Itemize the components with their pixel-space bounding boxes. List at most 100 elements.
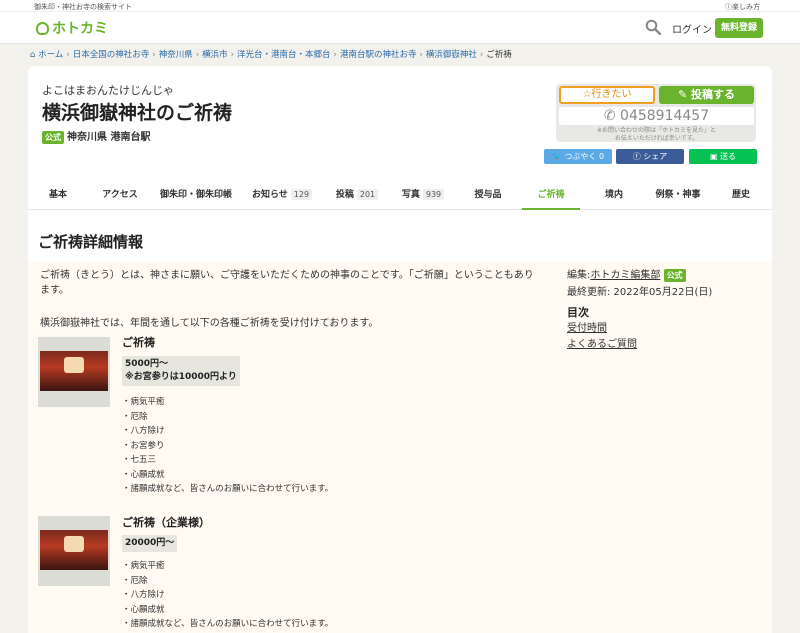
tab-label[interactable]: 写真 <box>402 190 420 200</box>
toc-item[interactable]: よくあるご質問 <box>567 335 637 350</box>
site-header: ホトカミ ログイン 無料登録 <box>0 12 800 44</box>
breadcrumb: ⌂ ホーム › 日本全国の神社お寺 › 神奈川県 › 横浜市 › 洋光台・港南台・本郷台 › 港南台… <box>30 50 512 60</box>
breadcrumb-item[interactable]: 神奈川県 <box>159 50 193 60</box>
logo-text[interactable]: ホトカミ <box>52 21 108 37</box>
price-tag: 5000円〜 ※お宮参りは10000円より <box>122 356 240 386</box>
tab-label[interactable]: 歴史 <box>732 190 750 200</box>
line-label[interactable]: 送る <box>720 152 736 161</box>
list-item: ・心願成就 <box>122 469 165 480</box>
top-bar: 御朱印・神社お寺の検索サイト ⓘ楽しみ方 <box>0 0 800 12</box>
phone-number-text[interactable]: 0458914457 <box>620 108 709 124</box>
phone-note-line: ※お問い合わせの際は「ホトカミを見た」と <box>596 127 717 134</box>
share-label[interactable]: シェア <box>643 152 667 161</box>
breadcrumb-item[interactable]: ホーム <box>38 50 63 60</box>
tab-label[interactable]: 授与品 <box>474 190 501 200</box>
price-line: 20000円〜 <box>125 538 175 548</box>
location-text[interactable]: 神奈川県 港南台駅 <box>67 132 150 143</box>
official-badge: 公式 <box>42 131 64 144</box>
breadcrumb-item[interactable]: 港南台駅の神社お寺 <box>340 50 417 60</box>
breadcrumb-item[interactable]: 横浜市 <box>202 50 228 60</box>
tab-count: 201 <box>356 189 379 200</box>
breadcrumb-current: ご祈祷 <box>486 50 512 60</box>
search-icon[interactable] <box>645 19 661 35</box>
list-item: ・心願成就 <box>122 604 165 615</box>
list-item: ・厄除 <box>122 575 148 586</box>
help-link[interactable]: ⓘ楽しみ方 <box>725 2 760 12</box>
phone-icon: ✆ <box>603 108 621 124</box>
page-title: 横浜御嶽神社のご祈祷 <box>42 102 233 124</box>
phone-note-line: お伝えいただければ幸いです。 <box>614 135 699 142</box>
section-title: ご祈祷詳細情報 <box>38 233 144 251</box>
tab-history[interactable]: 歴史 <box>724 180 758 210</box>
intro-text-2: 横浜御嶽神社では、年間を通して以下の各種ご祈祷を受け付けております。 <box>40 318 379 329</box>
line-send-button[interactable]: ▣ 送る <box>689 149 757 164</box>
breadcrumb-item[interactable]: 横浜御嶽神社 <box>426 50 477 60</box>
register-button[interactable]: 無料登録 <box>715 18 763 38</box>
tab-bar: 基本 アクセス 御朱印・御朱印帳 お知らせ 129 投稿 201 写真 939 授与品… <box>28 180 772 210</box>
prayer-list: ・病気平癒 ・厄除 ・八方除け ・お宮参り ・七五三 ・心願成就 ・諸願成就など… <box>122 395 333 497</box>
shrine-location: 公式 神奈川県 港南台駅 <box>42 128 150 144</box>
item-title: ご祈祷 <box>122 336 155 349</box>
tab-label[interactable]: お知らせ <box>252 190 288 200</box>
intro-text: ご祈祷（きとう）とは、神さまに願い、ご守護をいただくための神事のことです。「ご祈… <box>40 270 534 296</box>
tab-count: 939 <box>422 189 445 200</box>
price-line: 5000円〜 <box>125 359 169 369</box>
tab-goshuin[interactable]: 御朱印・御朱印帳 <box>156 180 236 210</box>
tweet-label[interactable]: つぶやく 0 <box>564 152 604 161</box>
tab-count: 129 <box>290 189 313 200</box>
tab-charms[interactable]: 授与品 <box>466 180 510 210</box>
editor-label: 編集: <box>567 270 591 281</box>
tweet-button[interactable]: 🐦 つぶやく 0 <box>544 149 612 164</box>
list-item: ・お宮参り <box>122 440 165 451</box>
post-button[interactable]: ✎ 投稿する <box>659 86 754 104</box>
toc-item[interactable]: 受付時間 <box>567 319 607 334</box>
tab-posts[interactable]: 投稿 201 <box>332 180 382 210</box>
list-item: ・病気平癒 <box>122 561 165 571</box>
list-item: ・病気平癒 <box>122 397 165 407</box>
phone-number[interactable]: ✆ 0458914457 <box>559 107 754 125</box>
pencil-icon: ✎ <box>677 88 692 101</box>
tab-access[interactable]: アクセス <box>94 180 146 210</box>
breadcrumb-item[interactable]: 洋光台・港南台・本郷台 <box>237 50 331 60</box>
tab-festivals[interactable]: 例祭・神事 <box>648 180 708 210</box>
tab-label[interactable]: 例祭・神事 <box>655 190 700 200</box>
list-item: ・諸願成就など、皆さんのお願いに合わせて行います。 <box>122 484 334 494</box>
tab-basic[interactable]: 基本 <box>40 180 76 210</box>
editor-badge: 公式 <box>663 269 686 282</box>
tab-prayer[interactable]: ご祈祷 <box>522 180 580 210</box>
post-button-label[interactable]: 投稿する <box>691 88 735 101</box>
shrine-kana: よこはまおんたけじんじゃ <box>42 84 174 97</box>
list-item: ・八方除け <box>122 590 165 600</box>
tab-label[interactable]: 御朱印・御朱印帳 <box>160 190 232 200</box>
list-item: ・厄除 <box>122 411 148 422</box>
list-item: ・諸願成就など、皆さんのお願いに合わせて行います。 <box>122 619 334 629</box>
login-link[interactable]: ログイン <box>672 21 712 36</box>
tab-label[interactable]: アクセス <box>102 190 138 200</box>
phone-note: ※お問い合わせの際は「ホトカミを見た」と お伝えいただければ幸いです。 <box>559 127 754 143</box>
prayer-photo <box>38 337 110 407</box>
site-logo[interactable]: ホトカミ <box>36 18 108 38</box>
logo-icon <box>36 22 49 35</box>
home-icon[interactable]: ⌂ <box>30 50 38 60</box>
editor-info: 編集:ホトカミ編集部 公式 <box>567 266 689 282</box>
list-item: ・八方除け <box>122 426 165 436</box>
tab-news[interactable]: お知らせ 129 <box>250 180 314 210</box>
help-link-label[interactable]: 楽しみ方 <box>732 3 760 11</box>
last-updated: 最終更新: 2022年05月22日(日) <box>567 287 713 298</box>
toc-title: 目次 <box>567 306 589 319</box>
tab-label[interactable]: ご祈祷 <box>537 190 564 200</box>
site-tagline: 御朱印・神社お寺の検索サイト <box>34 3 132 11</box>
list-item: ・七五三 <box>122 455 157 465</box>
want-to-go-button[interactable]: ☆行きたい <box>559 86 655 104</box>
tab-label[interactable]: 投稿 <box>336 190 354 200</box>
editor-link[interactable]: ホトカミ編集部 <box>590 270 660 281</box>
breadcrumb-item[interactable]: 日本全国の神社お寺 <box>73 50 150 60</box>
price-tag: 20000円〜 <box>122 535 178 552</box>
tab-label[interactable]: 境内 <box>605 190 623 200</box>
facebook-share-button[interactable]: ⓕ シェア <box>616 149 684 164</box>
line-icon: ▣ <box>709 152 721 161</box>
tab-label[interactable]: 基本 <box>49 190 67 200</box>
tab-grounds[interactable]: 境内 <box>598 180 630 210</box>
prayer-photo <box>38 516 110 586</box>
tab-photos[interactable]: 写真 939 <box>398 180 448 210</box>
